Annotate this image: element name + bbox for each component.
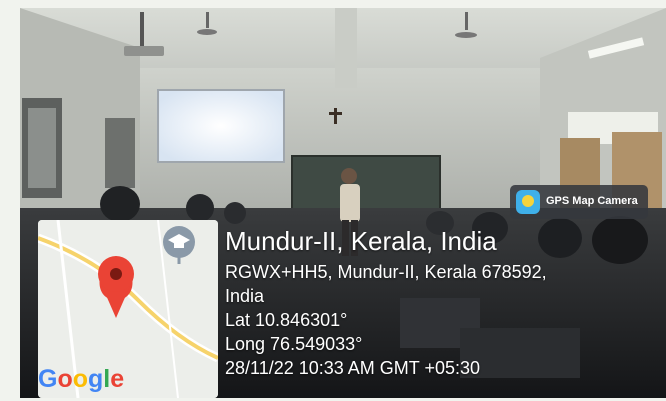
google-logo: Google [38,365,124,394]
gps-badge-label: GPS Map Camera [546,195,638,207]
latitude-text: Lat 10.846301° [225,310,348,330]
google-logo-letter: o [72,365,89,393]
datetime-text: 28/11/22 10:33 AM GMT +05:30 [225,358,481,378]
screenshot-frame: Google GPS Map Camera Mundur-II, Kerala,… [0,0,666,401]
google-logo-letter: o [57,365,73,393]
address-line-2: India [225,286,265,306]
google-logo-letter: e [110,365,125,393]
address-line-1: RGWX+HH5, Mundur-II, Kerala 678592, [225,262,547,282]
google-logo-letter: l [103,365,111,393]
classroom-photo: Google GPS Map Camera Mundur-II, Kerala,… [20,8,666,398]
longitude-text: Long 76.549033° [225,334,363,354]
google-logo-letter: G [38,365,58,393]
gps-map-camera-badge: GPS Map Camera [510,185,648,219]
location-title: Mundur-II, Kerala, India [225,226,497,256]
map-thumbnail: Google [38,220,218,398]
gps-camera-app-icon [516,190,540,214]
location-info: Mundur-II, Kerala, India RGWX+HH5, Mundu… [225,226,547,380]
google-logo-letter: g [88,365,104,393]
